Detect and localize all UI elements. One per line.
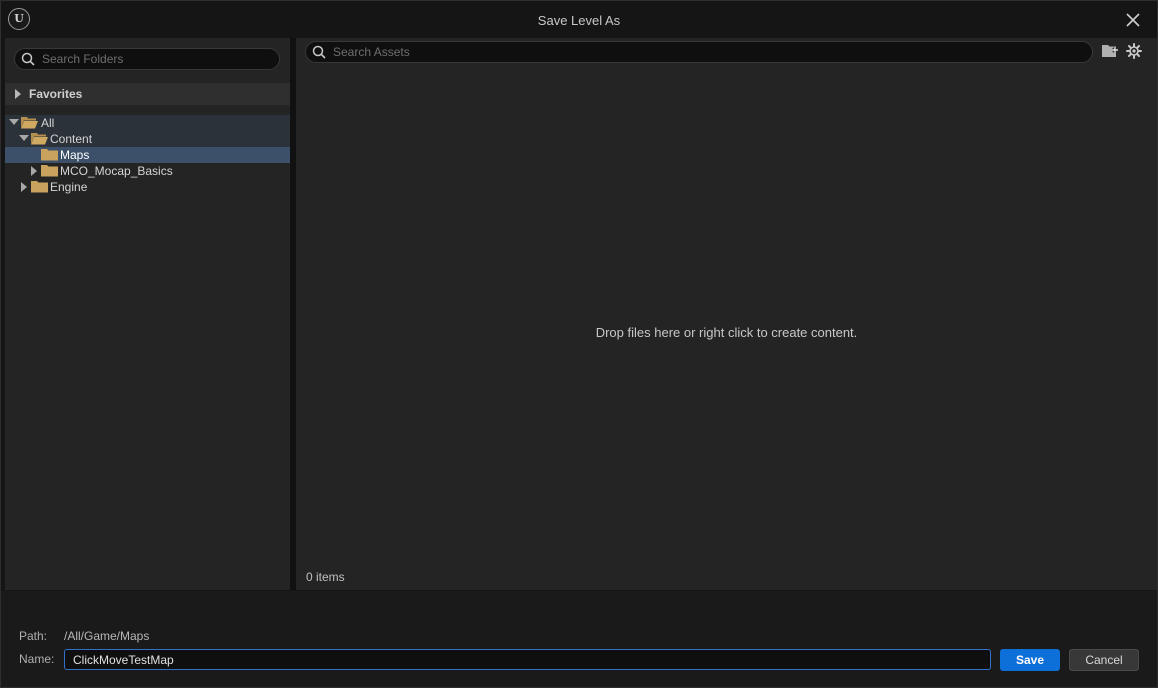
gear-icon[interactable] xyxy=(1126,43,1142,59)
search-assets-box[interactable] xyxy=(305,41,1093,63)
tree-item-mco-mocap-basics[interactable]: MCO_Mocap_Basics xyxy=(5,163,290,179)
tree-item-content[interactable]: Content xyxy=(5,131,290,147)
folder-icon xyxy=(41,165,58,177)
folder-open-icon xyxy=(21,117,38,129)
search-assets-input[interactable] xyxy=(333,42,1083,62)
new-folder-icon[interactable] xyxy=(1102,44,1118,58)
save-footer: Path: /All/Game/Maps Name: Save Cancel xyxy=(1,591,1157,687)
tree-item-label: MCO_Mocap_Basics xyxy=(60,164,173,178)
search-icon xyxy=(312,45,326,59)
tree-item-label: All xyxy=(41,116,55,130)
title-bar[interactable]: U Save Level As xyxy=(1,1,1157,37)
favorites-section[interactable]: Favorites xyxy=(5,83,290,105)
name-label: Name: xyxy=(19,652,55,666)
save-button[interactable]: Save xyxy=(1000,649,1060,671)
chevron-down-icon[interactable] xyxy=(19,135,29,141)
chevron-right-icon[interactable] xyxy=(15,89,21,99)
folder-panel: Favorites All xyxy=(5,38,290,590)
asset-panel[interactable]: Drop files here or right click to create… xyxy=(296,38,1157,590)
tree-item-engine[interactable]: Engine xyxy=(5,179,290,195)
tree-item-label: Content xyxy=(50,132,93,146)
empty-content-message: Drop files here or right click to create… xyxy=(595,325,858,340)
chevron-down-icon[interactable] xyxy=(9,119,19,125)
path-value: /All/Game/Maps xyxy=(64,629,150,643)
folder-icon xyxy=(41,149,58,161)
tree-item-maps[interactable]: Maps xyxy=(5,147,290,163)
search-folders-box[interactable] xyxy=(14,48,280,70)
search-icon xyxy=(21,52,35,66)
favorites-label: Favorites xyxy=(29,87,83,101)
chevron-right-icon[interactable] xyxy=(21,182,27,192)
folder-icon xyxy=(31,181,48,193)
item-count: 0 items xyxy=(306,570,345,584)
save-level-dialog: U Save Level As Favorites xyxy=(0,0,1158,688)
search-folders-input[interactable] xyxy=(42,49,272,69)
cancel-button[interactable]: Cancel xyxy=(1069,649,1139,671)
chevron-right-icon[interactable] xyxy=(31,166,37,176)
folder-open-icon xyxy=(31,133,48,145)
name-input[interactable] xyxy=(64,649,991,670)
tree-item-label: Maps xyxy=(60,148,90,162)
path-label: Path: xyxy=(19,629,48,643)
close-icon[interactable] xyxy=(1125,12,1141,28)
dialog-title: Save Level As xyxy=(537,13,621,28)
tree-item-label: Engine xyxy=(50,180,88,194)
tree-item-all[interactable]: All xyxy=(5,115,290,131)
